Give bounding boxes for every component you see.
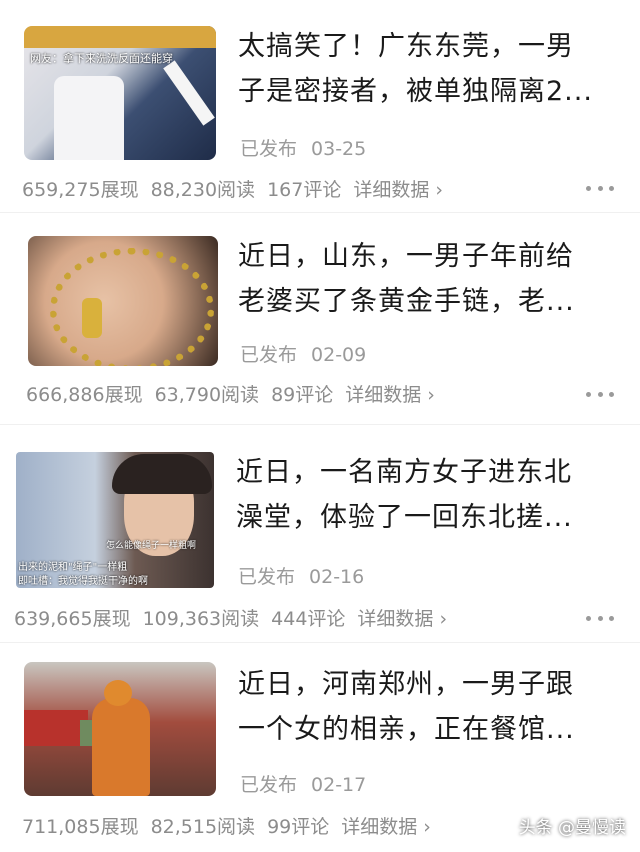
published-label: 已发布 [240,344,298,366]
title-line: 太搞笑了！广东东莞，一男 [238,31,574,62]
publish-info: 已发布 03-25 [240,134,366,161]
published-label: 已发布 [240,138,298,160]
views-count: 711,085展现 [22,816,139,838]
views-count: 639,665展现 [14,608,131,630]
article-stats: 711,085展现 82,515阅读 99评论 详细数据 › [22,812,443,839]
comments-count: 444评论 [271,608,346,630]
views-count: 666,886展现 [26,384,143,406]
title-line: 一个女的相亲，正在餐馆... [238,714,575,745]
reads-count: 63,790阅读 [154,384,260,406]
article-stats: 659,275展现 88,230阅读 167评论 详细数据 › [22,175,455,202]
article-thumbnail[interactable] [28,236,218,366]
publish-info: 已发布 02-17 [240,770,366,797]
detail-data-link[interactable]: 详细数据 › [345,384,435,406]
article-title[interactable]: 近日，河南郑州，一男子跟 一个女的相亲，正在餐馆... [238,662,575,752]
comments-count: 99评论 [267,816,330,838]
publish-info: 已发布 02-16 [238,562,364,589]
publish-date: 02-09 [311,344,367,366]
title-line: 近日，一名南方女子进东北 [236,457,572,488]
title-line: 近日，河南郑州，一男子跟 [238,669,574,700]
title-line: 近日，山东，一男子年前给 [238,241,574,272]
watermark: 头条 @曼慢读 [518,818,626,838]
divider [0,424,640,425]
more-options-icon[interactable] [586,614,614,622]
article-title[interactable]: 近日，一名南方女子进东北 澡堂，体验了一回东北搓... [236,450,573,540]
article-stats: 639,665展现 109,363阅读 444评论 详细数据 › [14,604,459,631]
thumbnail-caption: 网友：拿下来洗洗反面还能穿 [30,52,173,65]
detail-data-link[interactable]: 详细数据 › [341,816,431,838]
article-stats: 666,886展现 63,790阅读 89评论 详细数据 › [26,380,447,407]
title-line: 老婆买了条黄金手链，老... [238,286,575,317]
published-label: 已发布 [240,774,298,796]
thumbnail-caption: 出来的泥和"绳子"一样粗 [18,562,128,573]
publish-date: 02-16 [309,566,365,588]
article-thumbnail[interactable] [24,662,216,796]
published-label: 已发布 [238,566,296,588]
comments-count: 167评论 [267,179,342,201]
detail-data-link[interactable]: 详细数据 › [353,179,443,201]
divider [0,212,640,213]
more-options-icon[interactable] [586,390,614,398]
article-card[interactable]: 怎么能像绳子一样粗啊 出来的泥和"绳子"一样粗 即吐槽：我觉得我挺干净的啊 近日… [0,430,640,640]
publish-info: 已发布 02-09 [240,340,366,367]
divider [0,642,640,643]
article-thumbnail[interactable]: 怎么能像绳子一样粗啊 出来的泥和"绳子"一样粗 即吐槽：我觉得我挺干净的啊 [16,452,214,588]
comments-count: 89评论 [271,384,334,406]
title-line: 子是密接者，被单独隔离2... [238,76,593,107]
article-thumbnail[interactable]: 网友：拿下来洗洗反面还能穿 [24,26,216,160]
views-count: 659,275展现 [22,179,139,201]
detail-data-link[interactable]: 详细数据 › [357,608,447,630]
article-card[interactable]: 近日，山东，一男子年前给 老婆买了条黄金手链，老... 已发布 02-09 666… [0,214,640,420]
thumbnail-caption: 怎么能像绳子一样粗啊 [106,541,197,551]
title-line: 澡堂，体验了一回东北搓... [236,502,573,533]
more-options-icon[interactable] [586,184,614,192]
article-title[interactable]: 太搞笑了！广东东莞，一男 子是密接者，被单独隔离2... [238,24,593,114]
reads-count: 88,230阅读 [150,179,256,201]
article-title[interactable]: 近日，山东，一男子年前给 老婆买了条黄金手链，老... [238,234,575,324]
article-card[interactable]: 网友：拿下来洗洗反面还能穿 太搞笑了！广东东莞，一男 子是密接者，被单独隔离2.… [0,0,640,210]
publish-date: 02-17 [311,774,367,796]
reads-count: 82,515阅读 [150,816,256,838]
thumbnail-caption: 即吐槽：我觉得我挺干净的啊 [18,576,148,587]
reads-count: 109,363阅读 [142,608,260,630]
publish-date: 03-25 [311,138,367,160]
